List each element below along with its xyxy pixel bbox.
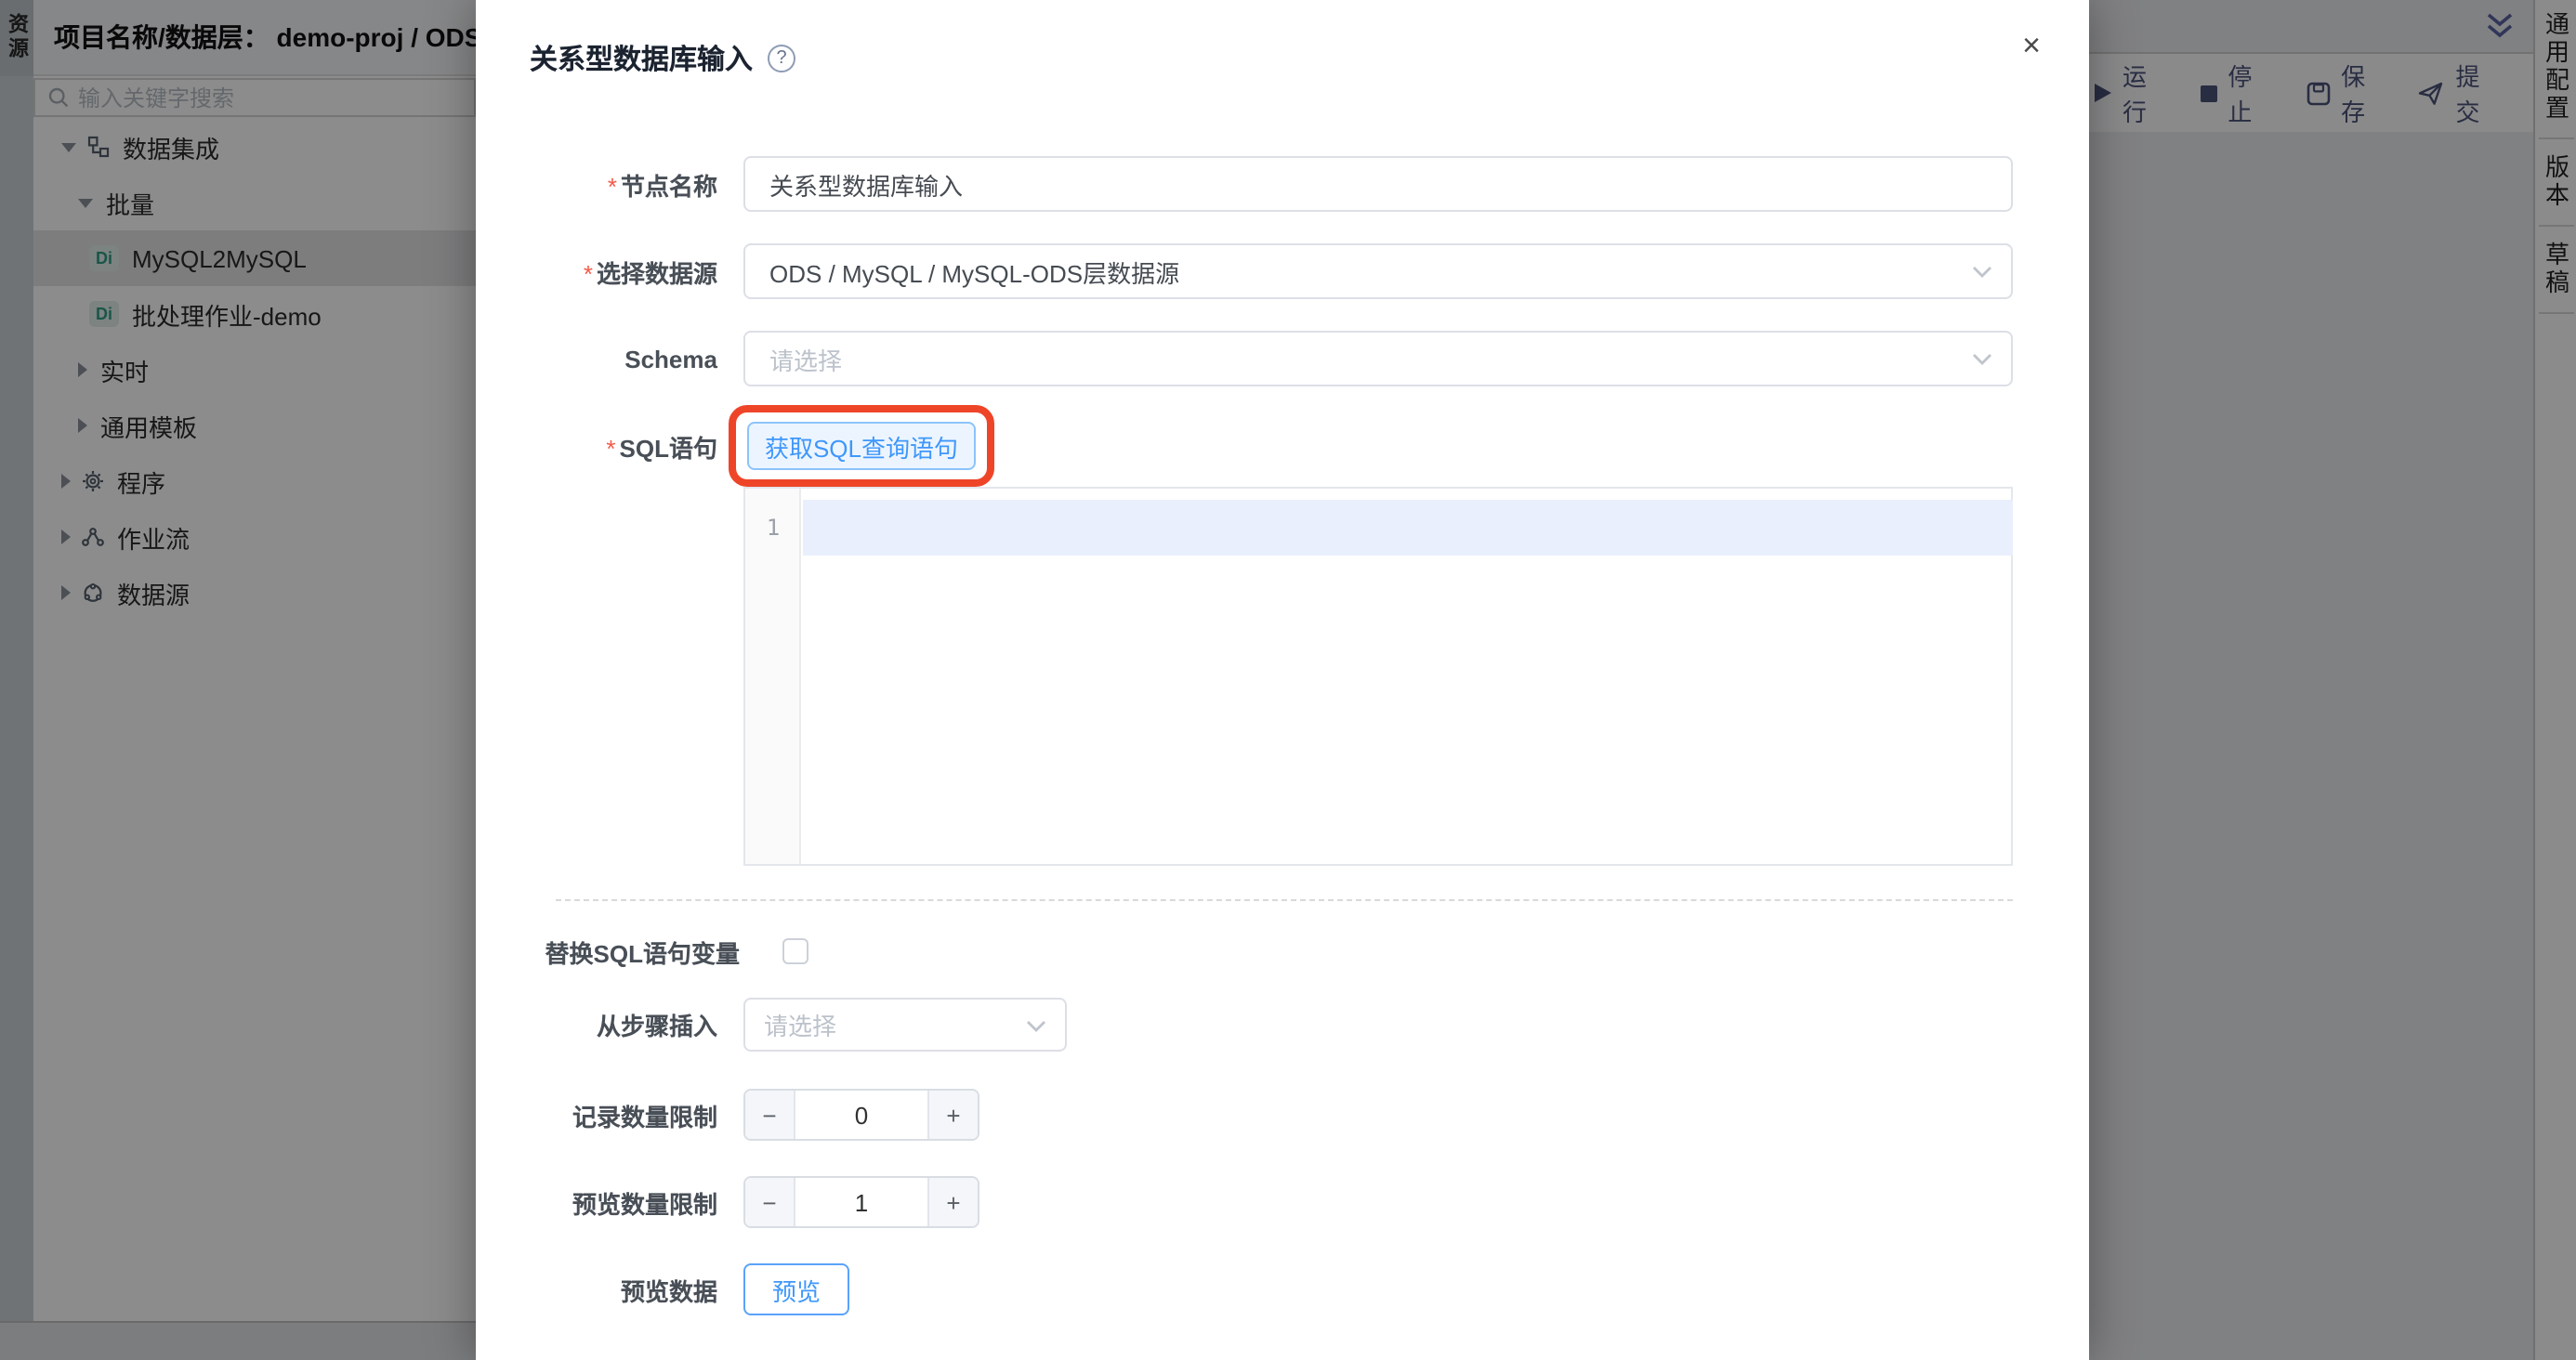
datasource-row: *选择数据源 ODS / MySQL / MySQL-ODS层数据源 — [476, 243, 2013, 299]
dashed-divider — [556, 899, 2013, 901]
insert-from-step-select[interactable]: 请选择 — [743, 998, 1067, 1052]
record-limit-label: 记录数量限制 — [476, 1097, 717, 1132]
node-name-input[interactable]: 关系型数据库输入 — [743, 156, 2013, 212]
preview-data-label: 预览数据 — [476, 1272, 717, 1307]
preview-limit-row: 预览数量限制 − 1 + — [476, 1176, 979, 1228]
sql-row: *SQL语句 获取SQL查询语句 — [476, 405, 994, 487]
modal-title-row: 关系型数据库输入 ? — [530, 39, 795, 78]
record-limit-row: 记录数量限制 − 0 + — [476, 1089, 979, 1141]
required-mark: * — [608, 172, 617, 200]
schema-label: Schema — [476, 345, 717, 373]
insert-from-step-label: 从步骤插入 — [476, 1007, 717, 1042]
fetch-sql-button[interactable]: 获取SQL查询语句 — [747, 422, 976, 470]
app-root: 资源 项目名称/数据层： demo-proj / ODS 输入关键字搜索 数据集… — [0, 0, 2576, 1360]
preview-limit-stepper: − 1 + — [743, 1176, 979, 1228]
chevron-down-icon — [1026, 1019, 1046, 1032]
node-name-row: *节点名称 关系型数据库输入 — [476, 156, 2013, 212]
decrement-button[interactable]: − — [745, 1178, 795, 1226]
increment-button[interactable]: + — [927, 1178, 978, 1226]
record-limit-stepper: − 0 + — [743, 1089, 979, 1141]
insert-from-step-placeholder: 请选择 — [764, 1007, 836, 1042]
modal-title: 关系型数据库输入 — [530, 39, 753, 78]
required-mark: * — [606, 434, 615, 462]
datasource-label: *选择数据源 — [476, 254, 717, 289]
node-name-value: 关系型数据库输入 — [769, 166, 963, 202]
sql-editor[interactable]: 1 — [743, 487, 2013, 866]
schema-select[interactable]: 请选择 — [743, 331, 2013, 386]
required-mark: * — [584, 259, 593, 287]
decrement-button[interactable]: − — [745, 1091, 795, 1139]
record-limit-value[interactable]: 0 — [795, 1091, 927, 1139]
insert-from-step-row: 从步骤插入 请选择 — [476, 998, 1067, 1052]
help-icon[interactable]: ? — [768, 45, 795, 72]
datasource-select[interactable]: ODS / MySQL / MySQL-ODS层数据源 — [743, 243, 2013, 299]
annotation-highlight-box: 获取SQL查询语句 — [729, 405, 994, 487]
replace-vars-row: 替换SQL语句变量 — [476, 925, 808, 977]
preview-button[interactable]: 预览 — [743, 1263, 849, 1315]
editor-active-line — [803, 500, 2013, 556]
close-icon[interactable]: × — [2022, 30, 2041, 61]
replace-vars-checkbox[interactable] — [782, 938, 808, 964]
increment-button[interactable]: + — [927, 1091, 978, 1139]
schema-placeholder: 请选择 — [769, 341, 842, 376]
chevron-down-icon — [1972, 266, 1992, 279]
relational-db-input-modal: 关系型数据库输入 ? × *节点名称 关系型数据库输入 *选择数据源 ODS /… — [476, 0, 2089, 1360]
replace-vars-label: 替换SQL语句变量 — [476, 934, 740, 969]
node-name-label: *节点名称 — [476, 166, 717, 202]
chevron-down-icon — [1972, 353, 1992, 366]
preview-limit-label: 预览数量限制 — [476, 1184, 717, 1220]
editor-line-number: 1 — [745, 500, 801, 556]
preview-data-row: 预览数据 预览 — [476, 1263, 849, 1315]
preview-limit-value[interactable]: 1 — [795, 1178, 927, 1226]
schema-row: Schema 请选择 — [476, 331, 2013, 386]
preview-button-label: 预览 — [772, 1272, 821, 1307]
fetch-sql-label: 获取SQL查询语句 — [765, 428, 958, 464]
sql-label: *SQL语句 — [476, 428, 717, 464]
datasource-value: ODS / MySQL / MySQL-ODS层数据源 — [769, 254, 1179, 289]
